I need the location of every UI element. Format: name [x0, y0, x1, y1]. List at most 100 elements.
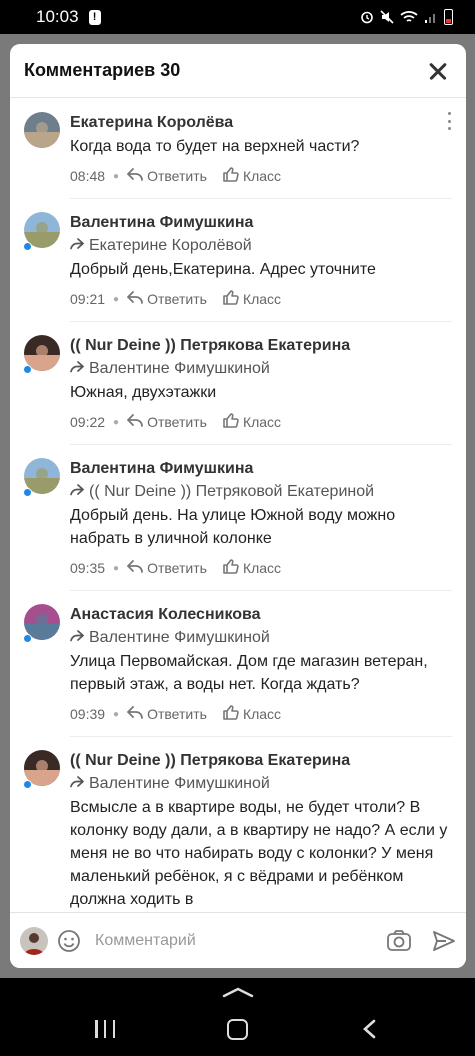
reply-button[interactable]: Ответить — [127, 413, 207, 431]
reply-label: Ответить — [147, 291, 207, 307]
home-icon[interactable] — [227, 1019, 248, 1040]
comment-item[interactable]: (( Nur Deine )) Петрякова Екатерина Вален… — [10, 321, 466, 444]
like-label: Класс — [242, 414, 282, 430]
reply-label: Ответить — [147, 168, 207, 184]
reply-to[interactable]: (( Nur Deine )) Петряковой Екатериной — [70, 480, 452, 503]
separator-dot: ● — [113, 416, 120, 428]
online-indicator — [23, 780, 32, 789]
online-indicator — [23, 488, 32, 497]
back-icon[interactable] — [362, 1019, 376, 1039]
mute-icon — [380, 10, 394, 24]
comment-meta: 09:39 ● Ответить Класс — [70, 704, 452, 724]
reply-to[interactable]: Валентине Фимушкиной — [70, 626, 452, 649]
comment-item[interactable]: Валентина Фимушкина (( Nur Deine )) Петря… — [10, 444, 466, 590]
separator-dot: ● — [113, 170, 120, 182]
thumbs-up-icon — [223, 559, 239, 577]
comment-time: 09:22 — [70, 414, 106, 430]
thumbs-up-icon — [223, 167, 239, 185]
comment-author[interactable]: Анастасия Колесникова — [70, 604, 452, 626]
separator-dot: ● — [113, 293, 120, 305]
reply-button[interactable]: Ответить — [127, 167, 207, 185]
like-label: Класс — [242, 168, 282, 184]
like-button[interactable]: Класс — [223, 413, 281, 431]
comment-author[interactable]: Валентина Фимушкина — [70, 458, 452, 480]
alert-icon: ! — [88, 9, 101, 25]
reply-button[interactable]: Ответить — [127, 290, 207, 308]
reply-icon — [127, 290, 143, 308]
like-button[interactable]: Класс — [223, 705, 281, 723]
comment-text: Всмысле а в квартире воды, не будет чтол… — [70, 799, 448, 908]
status-bar: 10:03 ! — [0, 0, 475, 34]
comment-input[interactable] — [95, 931, 386, 950]
comments-sheet: Комментариев 30 Екатерина Королёва Когда … — [10, 44, 466, 968]
comment-time: 09:21 — [70, 291, 106, 307]
comment-text: Добрый день. На улице Южной воду можно н… — [70, 507, 396, 547]
reply-label: Ответить — [147, 414, 207, 430]
more-options-icon[interactable] — [446, 112, 452, 130]
reply-button[interactable]: Ответить — [127, 559, 207, 577]
thumbs-up-icon — [223, 705, 239, 723]
like-label: Класс — [242, 706, 282, 722]
reply-arrow-icon — [70, 234, 84, 257]
comment-text: Южная, двухэтажки — [70, 384, 217, 401]
comment-time: 09:39 — [70, 706, 106, 722]
reply-to[interactable]: Валентине Фимушкиной — [70, 357, 452, 380]
reply-arrow-icon — [70, 772, 84, 795]
reply-icon — [127, 559, 143, 577]
composer — [10, 912, 466, 968]
reply-to-name: Валентине Фимушкиной — [89, 775, 270, 792]
comment-item[interactable]: Екатерина Королёва Когда вода то будет на… — [10, 98, 466, 198]
comment-text: Добрый день,Екатерина. Адрес уточните — [70, 261, 376, 278]
navigation-bar — [0, 978, 475, 1056]
comment-meta: 09:22 ● Ответить Класс — [70, 412, 452, 432]
sheet-title: Комментариев 30 — [24, 60, 181, 80]
comment-text: Улица Первомайская. Дом где магазин вете… — [70, 653, 428, 693]
camera-icon[interactable] — [386, 929, 412, 953]
reply-to-name: Екатерине Королёвой — [89, 237, 252, 254]
separator-dot: ● — [113, 708, 120, 720]
reply-arrow-icon — [70, 626, 84, 649]
close-icon[interactable] — [424, 57, 452, 85]
comment-text: Когда вода то будет на верхней части? — [70, 138, 360, 155]
online-indicator — [23, 242, 32, 251]
comments-list[interactable]: Екатерина Королёва Когда вода то будет на… — [10, 98, 466, 912]
send-icon[interactable] — [432, 930, 456, 952]
like-button[interactable]: Класс — [223, 167, 281, 185]
signal-icon — [425, 14, 435, 23]
like-label: Класс — [242, 291, 282, 307]
comment-meta: 09:21 ● Ответить Класс — [70, 289, 452, 309]
wifi-icon — [400, 11, 418, 22]
reply-button[interactable]: Ответить — [127, 705, 207, 723]
comment-author[interactable]: (( Nur Deine )) Петрякова Екатерина — [70, 750, 452, 772]
comment-author[interactable]: (( Nur Deine )) Петрякова Екатерина — [70, 335, 452, 357]
comment-author[interactable]: Валентина Фимушкина — [70, 212, 452, 234]
author-avatar[interactable] — [24, 112, 60, 148]
like-button[interactable]: Класс — [223, 559, 281, 577]
status-time: 10:03 — [36, 7, 79, 26]
reply-icon — [127, 167, 143, 185]
comment-item[interactable]: Валентина Фимушкина Екатерине Королёвой До… — [10, 198, 466, 321]
like-label: Класс — [242, 560, 282, 576]
reply-to[interactable]: Валентине Фимушкиной — [70, 772, 452, 795]
reply-to-name: Валентине Фимушкиной — [89, 360, 270, 377]
reply-label: Ответить — [147, 706, 207, 722]
reply-to-name: (( Nur Deine )) Петряковой Екатериной — [89, 483, 375, 500]
reply-to[interactable]: Екатерине Королёвой — [70, 234, 452, 257]
reply-arrow-icon — [70, 480, 84, 503]
thumbs-up-icon — [223, 413, 239, 431]
online-indicator — [23, 365, 32, 374]
comment-time: 08:48 — [70, 168, 106, 184]
emoji-icon[interactable] — [57, 929, 81, 953]
comment-author[interactable]: Екатерина Королёва — [70, 112, 452, 134]
recents-icon[interactable] — [95, 1020, 115, 1038]
alarm-icon — [361, 11, 373, 24]
separator-dot: ● — [113, 562, 120, 574]
my-avatar — [20, 926, 48, 955]
like-button[interactable]: Класс — [223, 290, 281, 308]
chevron-up-icon[interactable] — [222, 986, 254, 998]
comment-time: 09:35 — [70, 560, 106, 576]
reply-label: Ответить — [147, 560, 207, 576]
comment-item[interactable]: (( Nur Deine )) Петрякова Екатерина Вален… — [10, 736, 466, 912]
battery-icon — [444, 9, 453, 25]
comment-item[interactable]: Анастасия Колесникова Валентине Фимушкино… — [10, 590, 466, 736]
